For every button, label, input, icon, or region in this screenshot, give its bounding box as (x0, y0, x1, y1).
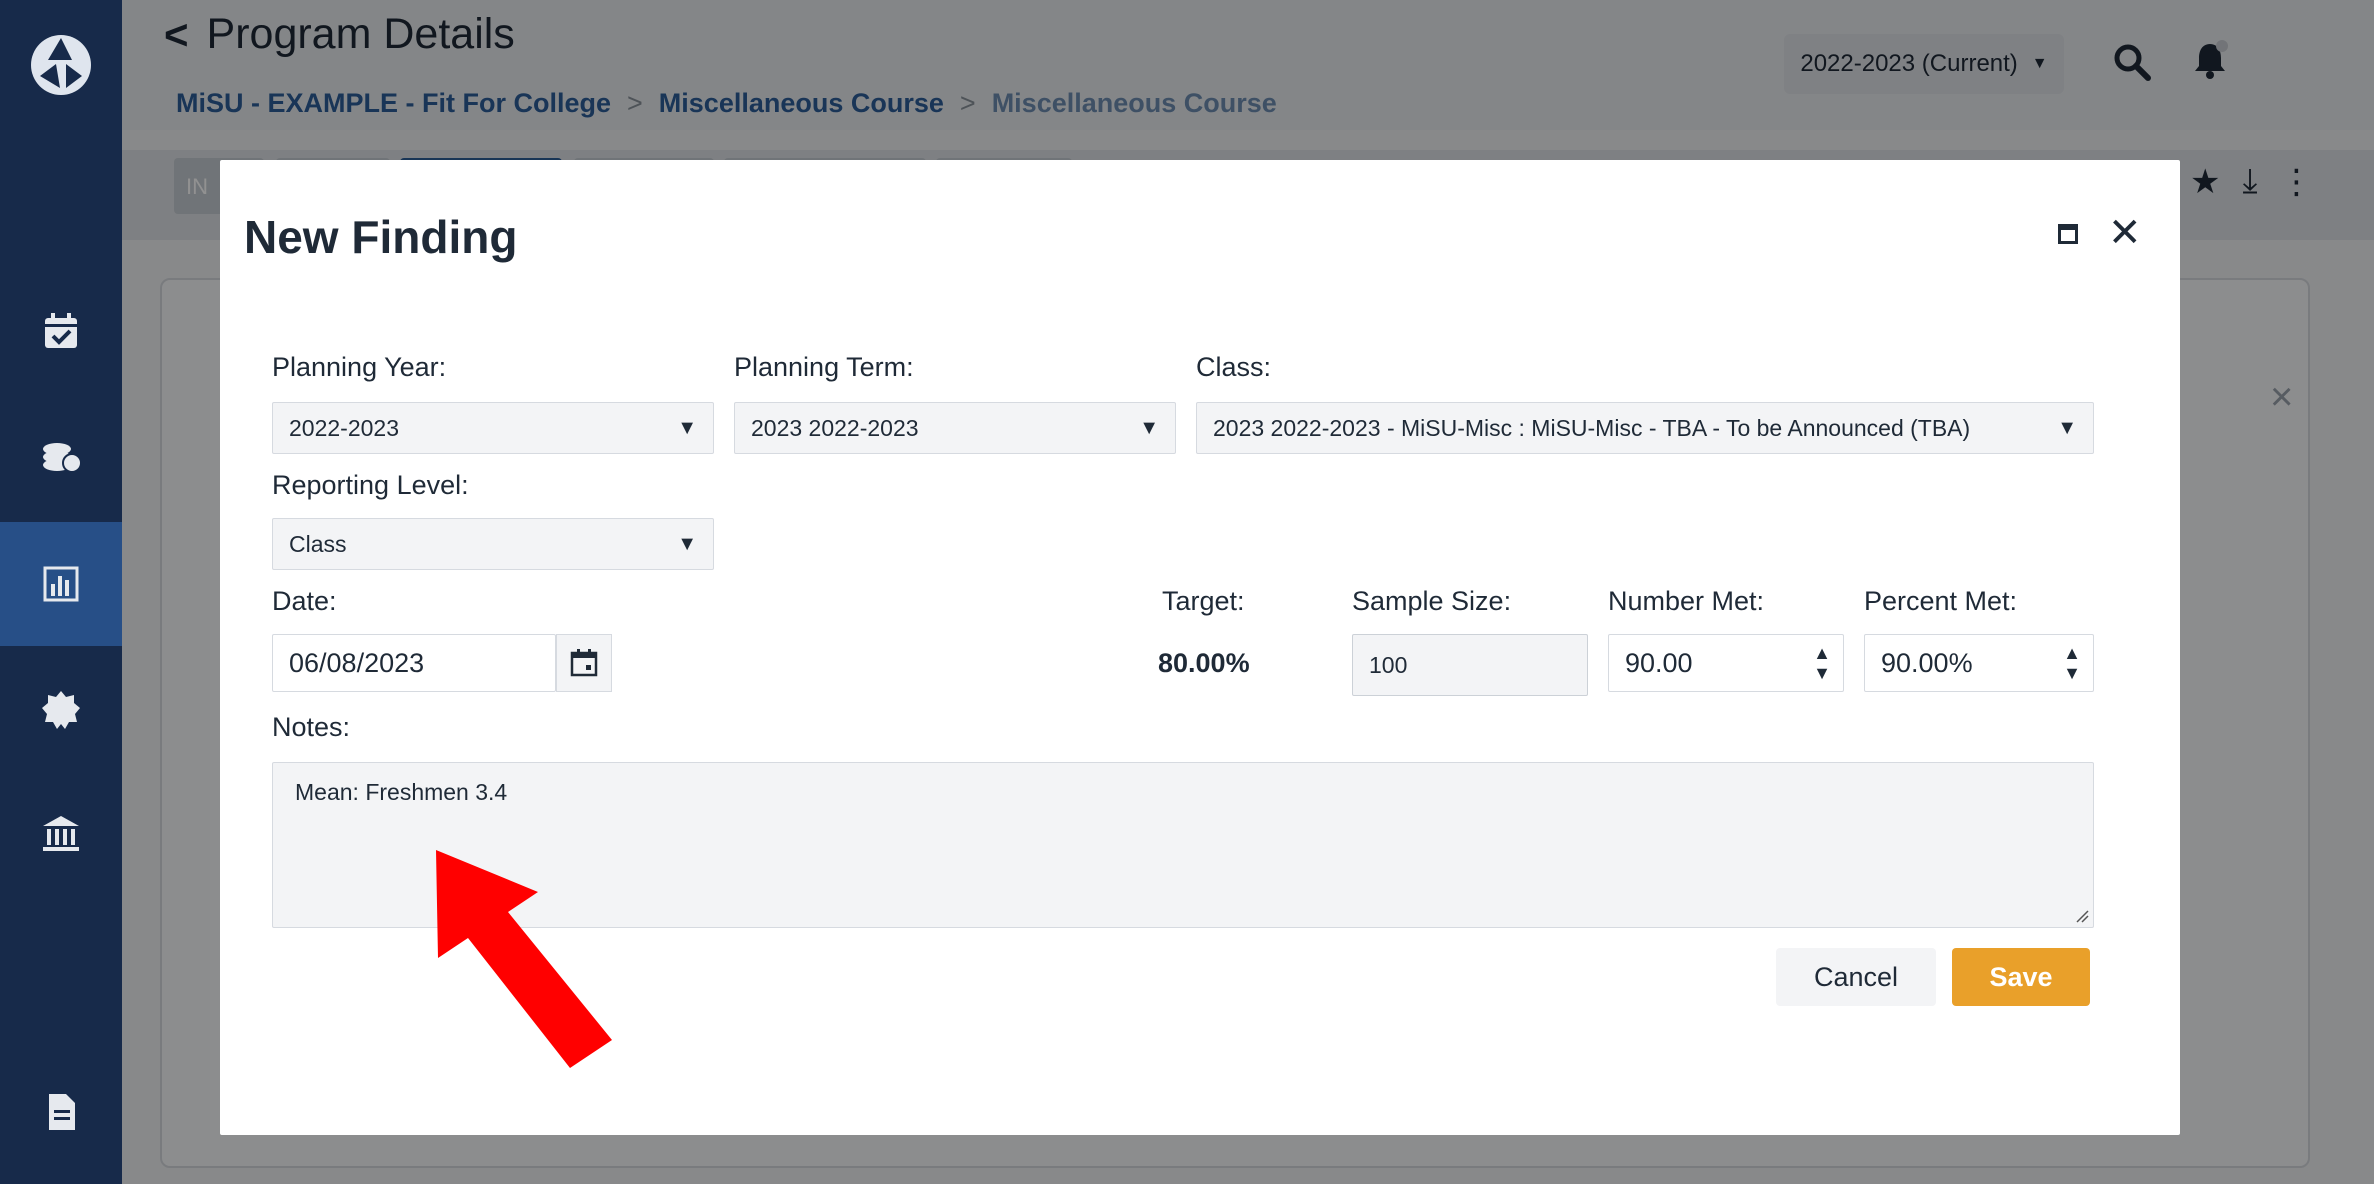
caret-down-icon: ▼ (677, 416, 697, 439)
number-met-label: Number Met: (1608, 586, 1765, 616)
caret-down-icon: ▼ (677, 532, 697, 555)
percent-met-label: Percent Met: (1864, 586, 2018, 616)
save-button[interactable]: Save (1952, 948, 2090, 1006)
sidebar-item-finance[interactable] (0, 395, 122, 519)
calendar-icon (570, 649, 598, 677)
planning-year-label: Planning Year: (272, 352, 447, 382)
sidebar-item-assessment[interactable] (0, 522, 122, 646)
planning-term-select[interactable]: 2023 2022-2023 ▼ (734, 402, 1176, 454)
bar-chart-icon (43, 566, 79, 602)
number-met-stepper[interactable]: ▲ ▼ (1802, 634, 1842, 692)
app-logo-icon[interactable] (26, 30, 96, 100)
calendar-check-icon (45, 313, 77, 348)
coins-icon (43, 443, 82, 473)
target-label: Target: (1162, 586, 1245, 616)
bank-icon (43, 816, 79, 851)
date-input[interactable]: 06/08/2023 (272, 634, 556, 692)
sidebar-item-documents[interactable] (0, 1050, 122, 1174)
class-value: 2023 2022-2023 - MiSU-Misc : MiSU-Misc -… (1213, 414, 1971, 441)
percent-met-stepper[interactable]: ▲ ▼ (2052, 634, 2092, 692)
sidebar-item-calendar[interactable] (0, 270, 122, 394)
modal-title: New Finding (244, 211, 518, 263)
date-label: Date: (272, 586, 337, 616)
decrement-icon[interactable]: ▼ (1813, 663, 1831, 683)
sidebar (0, 0, 122, 1184)
annotation-arrow-icon (436, 850, 612, 1068)
planning-term-label: Planning Term: (734, 352, 914, 382)
badge-gear-icon (42, 691, 80, 729)
class-select[interactable]: 2023 2022-2023 - MiSU-Misc : MiSU-Misc -… (1196, 402, 2094, 454)
reporting-level-value: Class (289, 530, 347, 557)
increment-icon[interactable]: ▲ (2063, 643, 2081, 663)
caret-down-icon: ▼ (1139, 416, 1159, 439)
percent-met-value: 90.00% (1881, 647, 1973, 678)
planning-term-value: 2023 2022-2023 (751, 414, 919, 441)
planning-year-select[interactable]: 2022-2023 ▼ (272, 402, 714, 454)
maximize-icon[interactable] (2058, 224, 2078, 244)
sample-size-label: Sample Size: (1352, 586, 1512, 616)
target-value: 80.00% (1158, 648, 1250, 678)
sample-size-input[interactable]: 100 (1352, 634, 1588, 696)
planning-year-value: 2022-2023 (289, 414, 399, 441)
decrement-icon[interactable]: ▼ (2063, 663, 2081, 683)
class-label: Class: (1196, 352, 1272, 382)
date-picker-button[interactable] (556, 634, 612, 692)
notes-value: Mean: Freshmen 3.4 (295, 779, 508, 805)
caret-down-icon: ▼ (2057, 416, 2077, 439)
sidebar-item-institution[interactable] (0, 772, 122, 896)
document-icon (49, 1094, 75, 1130)
number-met-value: 90.00 (1625, 647, 1693, 678)
reporting-level-label: Reporting Level: (272, 470, 469, 500)
resize-handle-icon[interactable] (2075, 909, 2089, 923)
notes-label: Notes: (272, 712, 351, 742)
cancel-button[interactable]: Cancel (1776, 948, 1936, 1006)
increment-icon[interactable]: ▲ (1813, 643, 1831, 663)
sidebar-item-settings[interactable] (0, 648, 122, 772)
reporting-level-select[interactable]: Class ▼ (272, 518, 714, 570)
close-icon[interactable]: ✕ (2108, 210, 2142, 256)
